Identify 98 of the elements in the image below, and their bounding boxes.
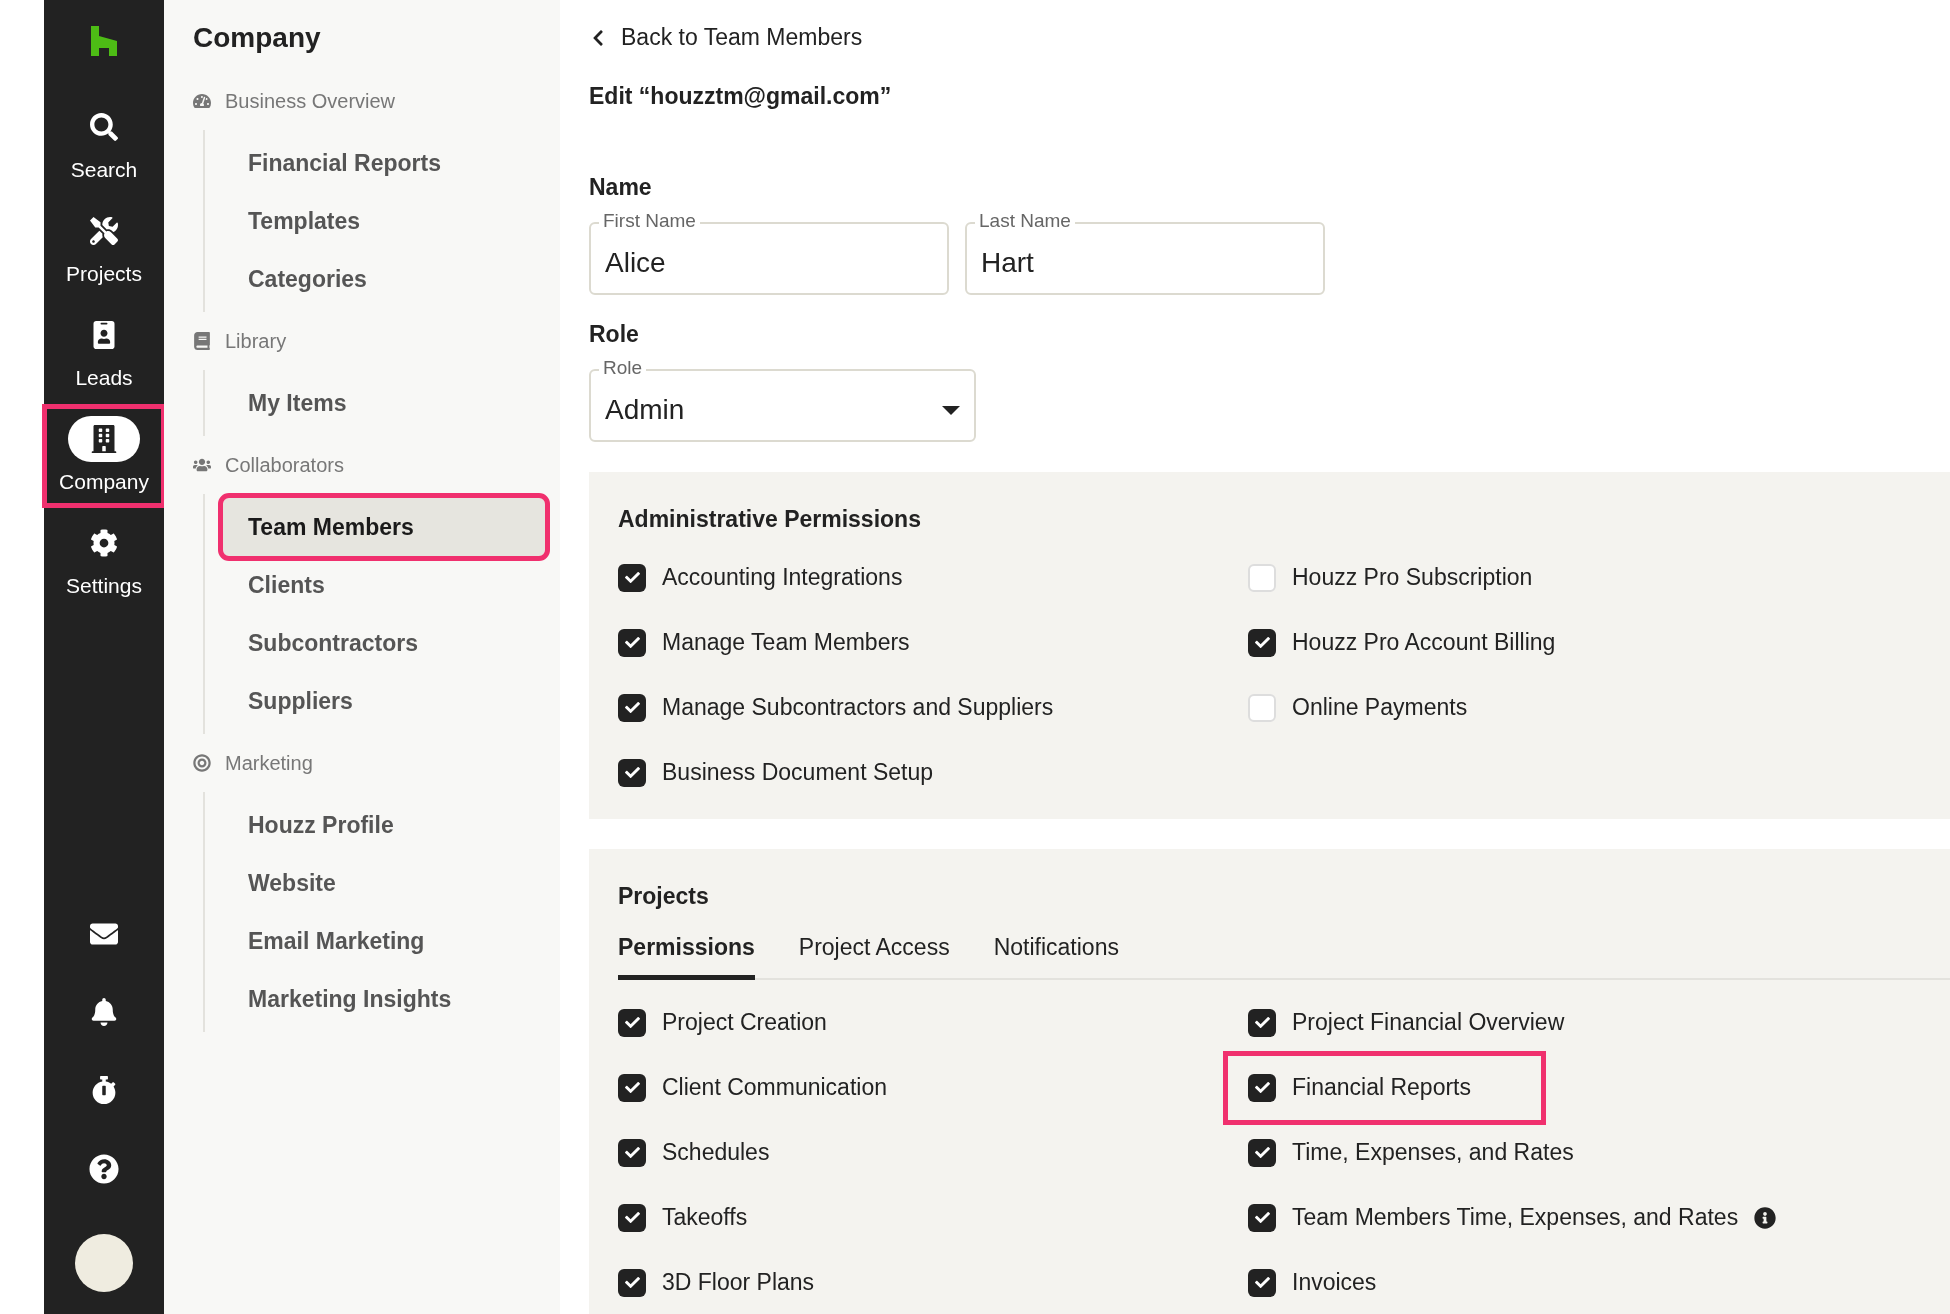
permission-label: Project Creation xyxy=(662,1009,827,1036)
checkbox[interactable] xyxy=(1248,1268,1276,1297)
help-icon[interactable] xyxy=(89,1154,119,1184)
checkbox[interactable] xyxy=(618,1203,646,1232)
permission-label: Schedules xyxy=(662,1139,770,1166)
section-title: Marketing xyxy=(225,751,313,775)
book-icon xyxy=(193,332,211,350)
text-field[interactable]: Last Name Hart xyxy=(965,209,1325,295)
sidebar-item[interactable]: Clients xyxy=(223,556,545,614)
sidebar-item[interactable]: Suppliers xyxy=(223,672,545,730)
tab[interactable]: Permissions xyxy=(618,922,755,980)
nav-item[interactable]: Company xyxy=(44,406,164,506)
permission-label: Business Document Setup xyxy=(662,759,934,786)
sidebar-item[interactable]: Email Marketing xyxy=(223,912,545,970)
sidebar-item[interactable]: Website xyxy=(223,854,545,912)
logo-icon[interactable] xyxy=(91,26,117,56)
permission-label: Houzz Pro Account Billing xyxy=(1292,629,1556,656)
checkbox[interactable] xyxy=(1248,1073,1276,1102)
text-field[interactable]: First Name Alice xyxy=(589,209,949,295)
stopwatch-icon[interactable] xyxy=(90,1076,118,1104)
checkbox[interactable] xyxy=(618,1008,646,1037)
checkbox[interactable] xyxy=(1248,693,1276,722)
checkbox[interactable] xyxy=(618,563,646,592)
people-icon xyxy=(193,456,211,474)
permission-label: Team Members Time, Expenses, and Rates xyxy=(1292,1204,1739,1231)
check-icon xyxy=(624,1015,640,1030)
permission-label: Houzz Pro Subscription xyxy=(1292,564,1533,591)
page-heading: Edit “houzztm@gmail.com” xyxy=(589,83,893,110)
nav-item[interactable]: Leads xyxy=(44,302,164,402)
checkbox[interactable] xyxy=(618,693,646,722)
back-link-text[interactable]: Back to Team Members xyxy=(621,24,863,51)
permission-label: Project Financial Overview xyxy=(1292,1009,1565,1036)
tools-icon xyxy=(90,217,118,245)
permission-label: Takeoffs xyxy=(662,1204,748,1231)
checkbox[interactable] xyxy=(618,1073,646,1102)
check-icon xyxy=(624,1145,640,1160)
check-icon xyxy=(624,765,640,780)
permission-label: Manage Team Members xyxy=(662,629,910,656)
checkbox[interactable] xyxy=(618,1268,646,1297)
bell-icon[interactable] xyxy=(90,998,118,1026)
sidebar-item[interactable]: My Items xyxy=(223,374,545,432)
check-icon xyxy=(624,1275,640,1290)
search-icon xyxy=(90,113,118,141)
checkbox[interactable] xyxy=(1248,1138,1276,1167)
gauge-icon xyxy=(193,92,211,110)
permission-label: Financial Reports xyxy=(1292,1074,1471,1101)
check-icon xyxy=(624,1080,640,1095)
check-icon xyxy=(1254,1145,1270,1160)
tab[interactable]: Notifications xyxy=(993,922,1119,980)
nav-item[interactable]: Projects xyxy=(44,198,164,298)
section-heading: Name xyxy=(589,174,653,201)
check-icon xyxy=(624,635,640,650)
check-icon xyxy=(1254,1080,1270,1095)
panel-title: Projects xyxy=(618,883,710,910)
check-icon xyxy=(624,570,640,585)
permission-label: Online Payments xyxy=(1292,694,1468,721)
sidebar-item[interactable]: Marketing Insights xyxy=(223,970,545,1028)
sidebar-title: Company xyxy=(193,22,322,54)
check-icon xyxy=(1254,1210,1270,1225)
sidebar-item[interactable]: Financial Reports xyxy=(223,134,545,192)
check-icon xyxy=(1254,635,1270,650)
permission-label: Accounting Integrations xyxy=(662,564,903,591)
sidebar-item[interactable]: Subcontractors xyxy=(223,614,545,672)
checkbox[interactable] xyxy=(1248,563,1276,592)
checkbox[interactable] xyxy=(618,628,646,657)
section-title: Collaborators xyxy=(225,453,344,477)
sidebar-item[interactable]: Houzz Profile xyxy=(223,796,545,854)
back-link[interactable]: Back to Team Members xyxy=(589,24,1950,51)
target-icon xyxy=(193,754,211,772)
building-icon xyxy=(90,425,118,453)
check-icon xyxy=(624,1210,640,1225)
checkbox[interactable] xyxy=(1248,628,1276,657)
caret-icon xyxy=(942,405,960,415)
check-icon xyxy=(624,700,640,715)
checkbox[interactable] xyxy=(1248,1203,1276,1232)
nav-item[interactable]: Search xyxy=(44,94,164,194)
info-icon[interactable] xyxy=(1754,1206,1777,1229)
settings-icon xyxy=(90,529,118,557)
permission-label: 3D Floor Plans xyxy=(662,1269,815,1296)
check-icon xyxy=(1254,1275,1270,1290)
permission-label: Client Communication xyxy=(662,1074,887,1101)
panel-title: Administrative Permissions xyxy=(618,506,922,533)
sidebar-item[interactable]: Templates xyxy=(223,192,545,250)
permission-label: Manage Subcontractors and Suppliers xyxy=(662,694,1054,721)
section-title: Business Overview xyxy=(225,89,396,113)
permission-label: Invoices xyxy=(1292,1269,1377,1296)
role-select[interactable]: Role Admin xyxy=(589,356,976,442)
checkbox[interactable] xyxy=(618,758,646,787)
tab[interactable]: Project Access xyxy=(798,922,950,980)
nav-item[interactable]: Settings xyxy=(44,510,164,610)
avatar[interactable] xyxy=(75,1234,133,1292)
checkbox[interactable] xyxy=(618,1138,646,1167)
section-heading: Role xyxy=(589,321,640,348)
section-title: Library xyxy=(225,329,287,353)
check-icon xyxy=(1254,1015,1270,1030)
sidebar-item[interactable]: Categories xyxy=(223,250,545,308)
permission-label: Time, Expenses, and Rates xyxy=(1292,1139,1574,1166)
checkbox[interactable] xyxy=(1248,1008,1276,1037)
